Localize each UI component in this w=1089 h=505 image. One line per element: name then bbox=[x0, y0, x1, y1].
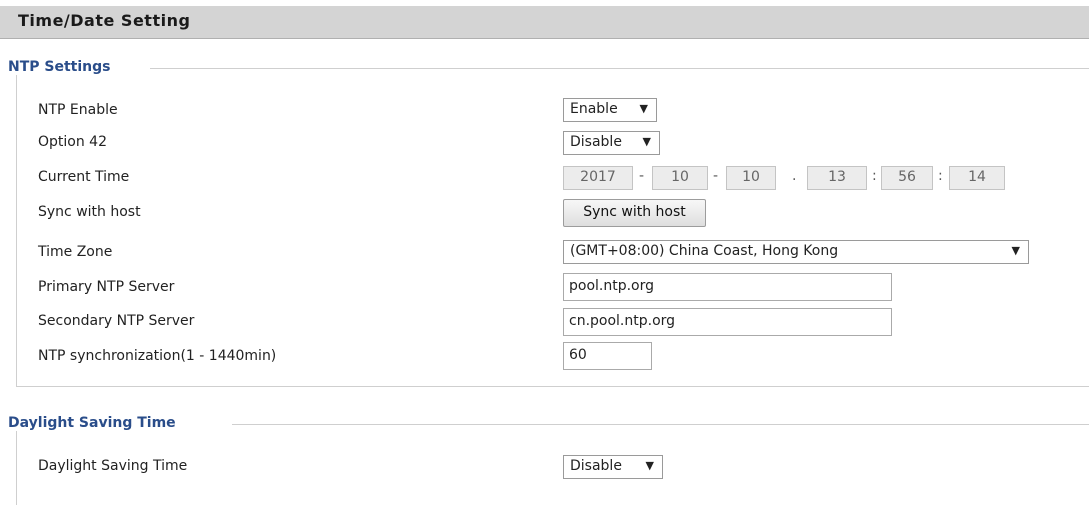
ntp-sync-input[interactable]: 60 bbox=[563, 342, 652, 370]
dst-value: Disable bbox=[570, 458, 622, 474]
time-zone-select[interactable]: (GMT+08:00) China Coast, Hong Kong ▼ bbox=[563, 240, 1029, 264]
ntp-sync-label: NTP synchronization(1 - 1440min) bbox=[38, 348, 277, 364]
year-field[interactable]: 2017 bbox=[563, 166, 633, 190]
second-field[interactable]: 14 bbox=[949, 166, 1005, 190]
ntp-enable-value: Enable bbox=[570, 101, 618, 117]
secondary-ntp-input[interactable]: cn.pool.ntp.org bbox=[563, 308, 892, 336]
time-zone-value: (GMT+08:00) China Coast, Hong Kong bbox=[570, 243, 839, 259]
option42-label: Option 42 bbox=[38, 134, 107, 150]
time-zone-label: Time Zone bbox=[38, 244, 113, 260]
sync-host-label: Sync with host bbox=[38, 204, 141, 220]
time-separator: : bbox=[872, 168, 877, 184]
option42-value: Disable bbox=[570, 134, 622, 150]
ntp-settings-legend: NTP Settings bbox=[8, 59, 121, 75]
secondary-ntp-label: Secondary NTP Server bbox=[38, 313, 195, 329]
dst-select[interactable]: Disable ▼ bbox=[563, 455, 663, 479]
dst-label: Daylight Saving Time bbox=[38, 458, 188, 474]
dst-legend: Daylight Saving Time bbox=[8, 415, 186, 431]
date-separator: - bbox=[639, 168, 645, 184]
minute-field[interactable]: 56 bbox=[881, 166, 933, 190]
primary-ntp-label: Primary NTP Server bbox=[38, 279, 175, 295]
chevron-down-icon: ▼ bbox=[645, 459, 654, 472]
time-separator: : bbox=[938, 168, 943, 184]
date-separator: - bbox=[713, 168, 719, 184]
primary-ntp-input[interactable]: pool.ntp.org bbox=[563, 273, 892, 301]
current-time-label: Current Time bbox=[38, 169, 130, 185]
ntp-enable-label: NTP Enable bbox=[38, 102, 118, 118]
ntp-group-box bbox=[16, 69, 1089, 387]
option42-select[interactable]: Disable ▼ bbox=[563, 131, 660, 155]
month-field[interactable]: 10 bbox=[652, 166, 708, 190]
day-field[interactable]: 10 bbox=[726, 166, 776, 190]
chevron-down-icon: ▼ bbox=[639, 102, 648, 115]
sync-with-host-button[interactable]: Sync with host bbox=[563, 199, 706, 227]
hour-field[interactable]: 13 bbox=[807, 166, 867, 190]
chevron-down-icon: ▼ bbox=[1011, 244, 1020, 257]
page-header: Time/Date Setting bbox=[0, 6, 1089, 39]
page-title: Time/Date Setting bbox=[18, 11, 191, 30]
ntp-enable-select[interactable]: Enable ▼ bbox=[563, 98, 657, 122]
date-time-separator: . bbox=[792, 168, 797, 184]
chevron-down-icon: ▼ bbox=[642, 135, 651, 148]
